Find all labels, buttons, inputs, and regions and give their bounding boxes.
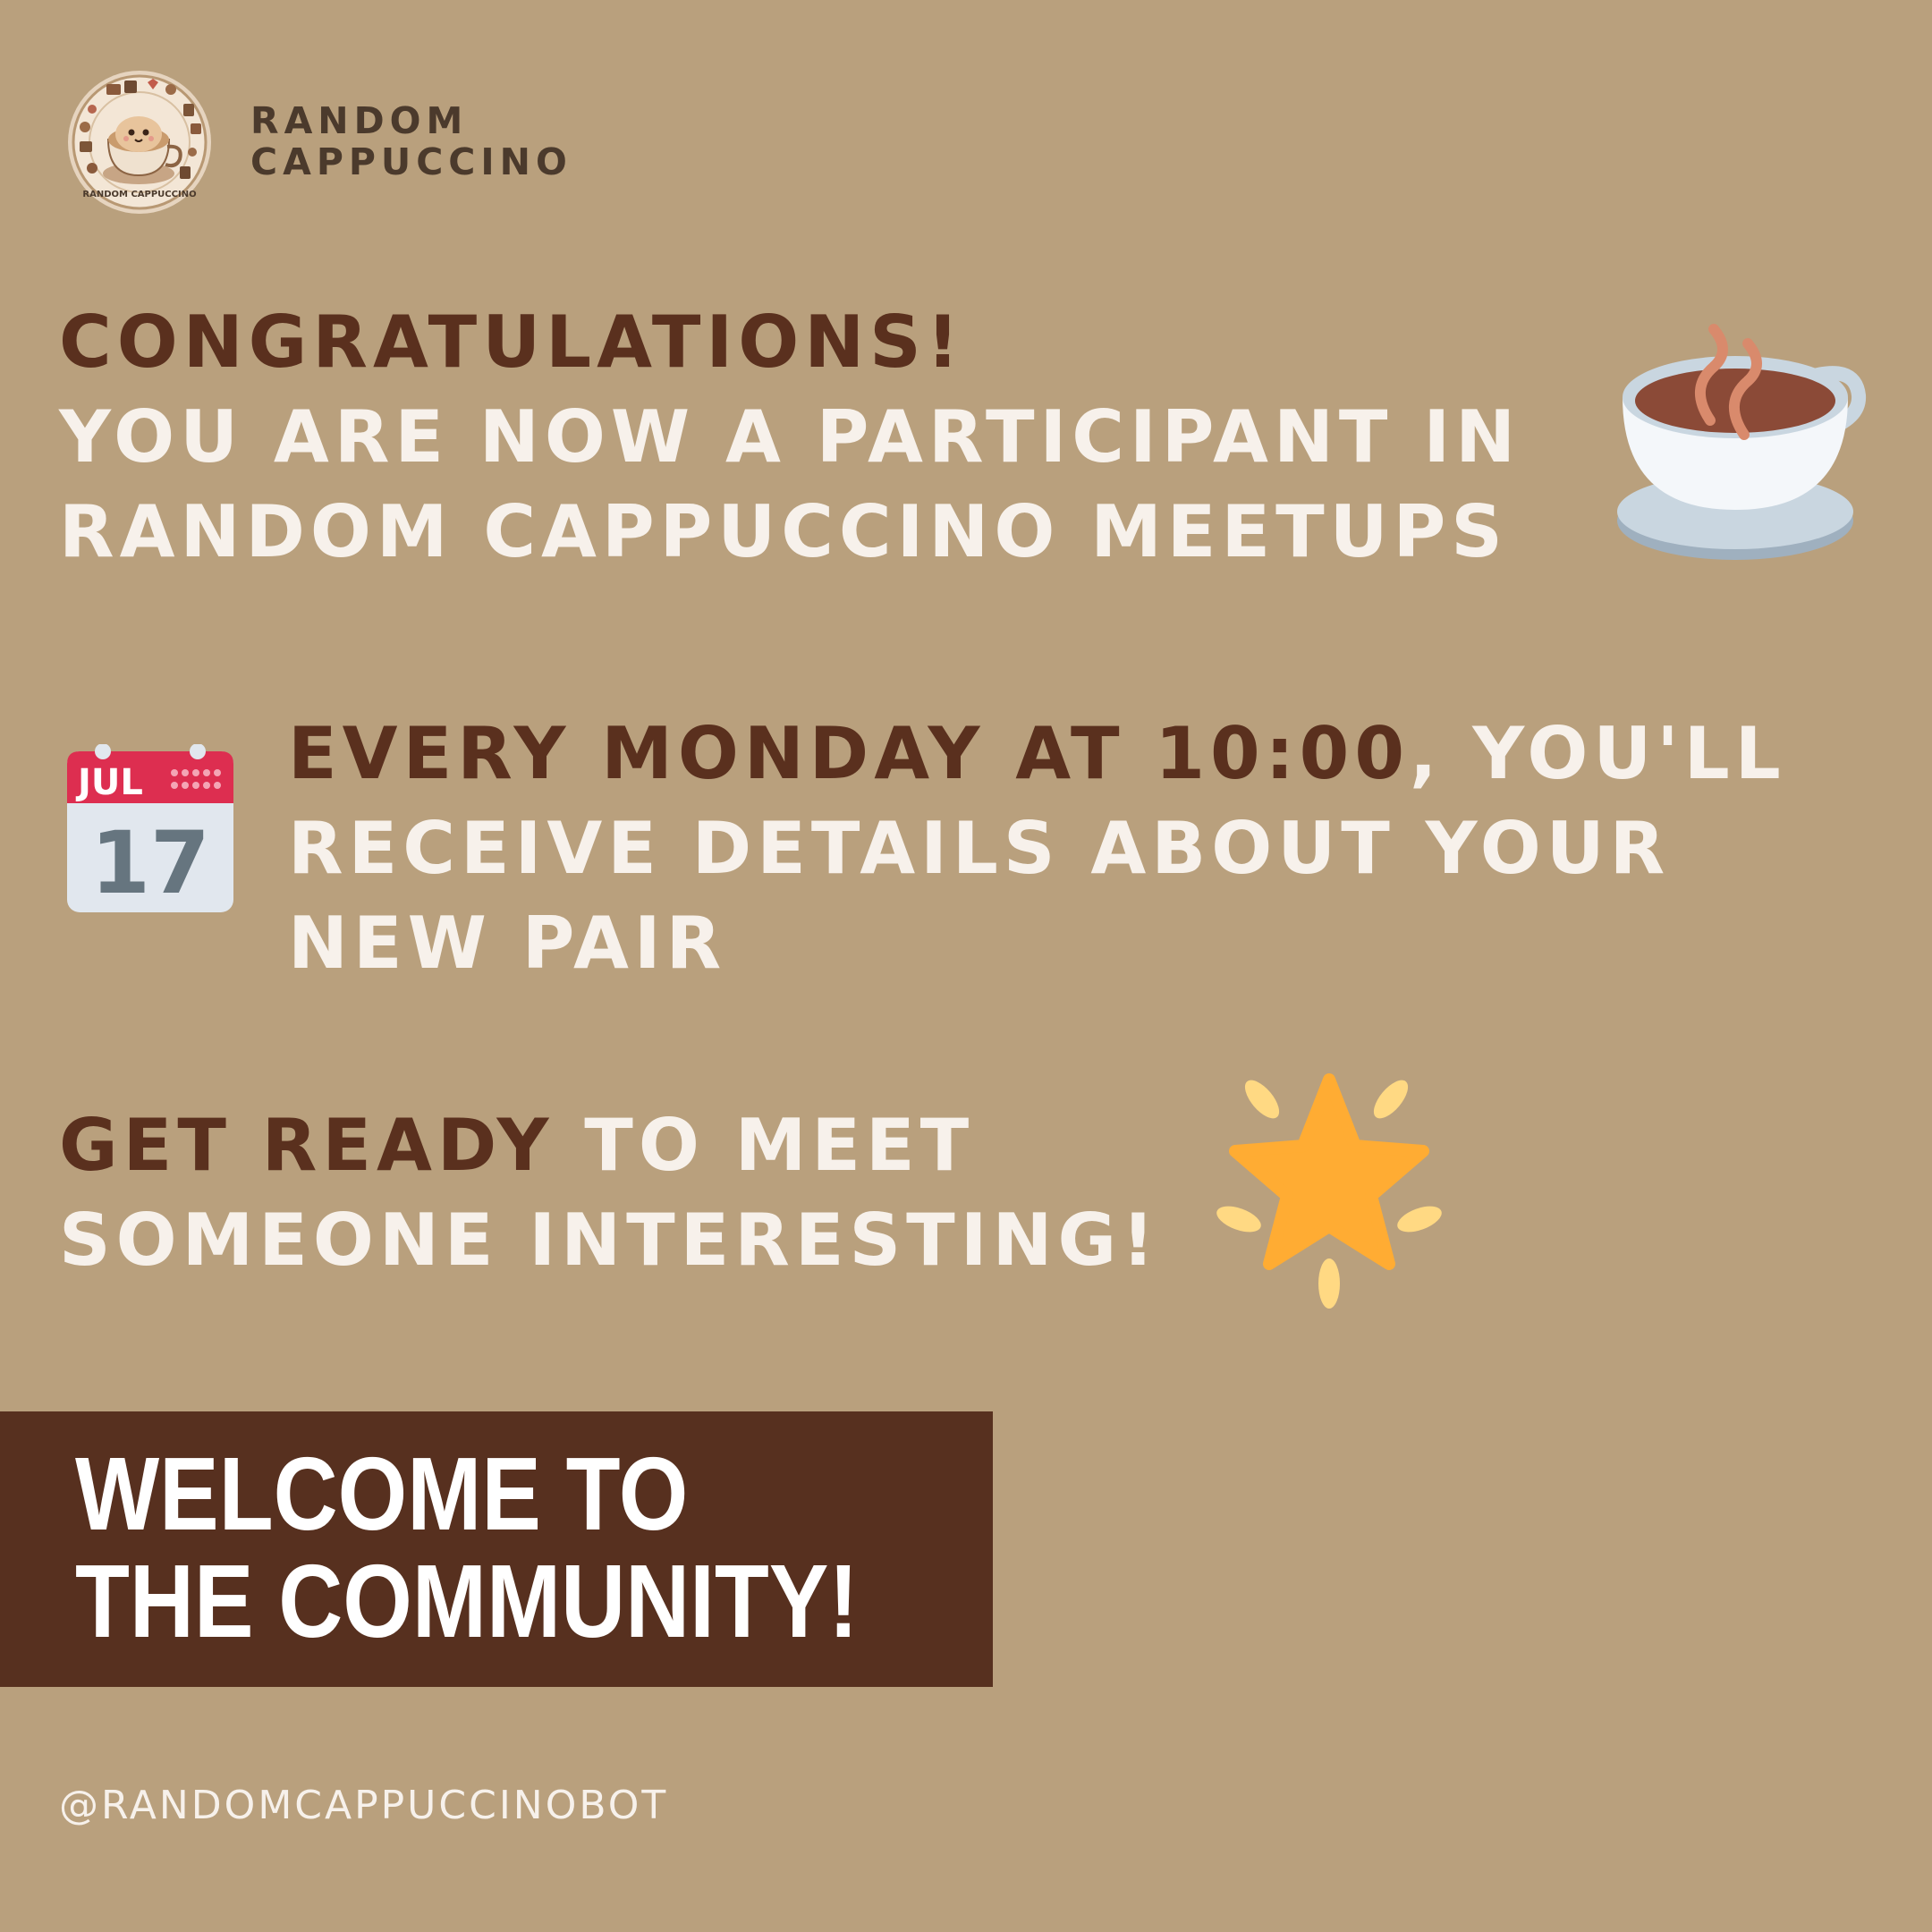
schedule-line2: RECEIVE DETAILS ABOUT YOUR — [288, 807, 1671, 890]
schedule-time: EVERY MONDAY AT 10:00 — [288, 712, 1411, 795]
participant-line2: RANDOM CAPPUCCINO MEETUPS — [59, 490, 1508, 573]
ready-line2: SOMEONE INTERESTING! — [59, 1199, 1160, 1282]
schedule-message: EVERY MONDAY AT 10:00, YOU'LL RECEIVE DE… — [288, 707, 1786, 991]
calendar-icon: JUL 17 — [67, 743, 233, 913]
brand-name: RANDOM CAPPUCCINO — [250, 100, 572, 182]
welcome-line1: WELCOME TO — [75, 1436, 689, 1552]
ready-emphasis: GET READY — [59, 1104, 555, 1187]
welcome-message: WELCOME TO THE COMMUNITY! — [75, 1440, 859, 1655]
brand-name-line1: RANDOM — [250, 99, 469, 142]
welcome-line2: THE COMMUNITY! — [75, 1543, 859, 1659]
calendar-day: 17 — [90, 813, 210, 912]
congratulations-message: CONGRATULATIONS! YOU ARE NOW A PARTICIPA… — [59, 295, 1521, 580]
latte-mascot-logo-icon: RANDOM CAPPUCCINO — [67, 70, 212, 215]
congratulations-title: CONGRATULATIONS! — [59, 301, 965, 384]
brand-name-line2: CAPPUCCINO — [250, 140, 572, 183]
logo-ring-text: RANDOM CAPPUCCINO — [82, 190, 196, 199]
ready-line1: GET READY TO MEET — [59, 1098, 1160, 1193]
participant-line1: YOU ARE NOW A PARTICIPANT IN — [59, 395, 1521, 479]
bot-handle[interactable]: @RANDOMCAPPUCCINOBOT — [59, 1783, 668, 1828]
hot-beverage-icon — [1610, 322, 1869, 572]
schedule-line1-rest: , YOU'LL — [1410, 712, 1786, 795]
ready-line1-rest: TO MEET — [554, 1104, 975, 1187]
schedule-line3: NEW PAIR — [288, 902, 727, 985]
get-ready-message: GET READY TO MEET SOMEONE INTERESTING! — [59, 1098, 1160, 1288]
schedule-line1: EVERY MONDAY AT 10:00, YOU'LL — [288, 707, 1786, 801]
calendar-month: JUL — [75, 762, 143, 803]
glowing-star-icon — [1212, 1069, 1449, 1310]
